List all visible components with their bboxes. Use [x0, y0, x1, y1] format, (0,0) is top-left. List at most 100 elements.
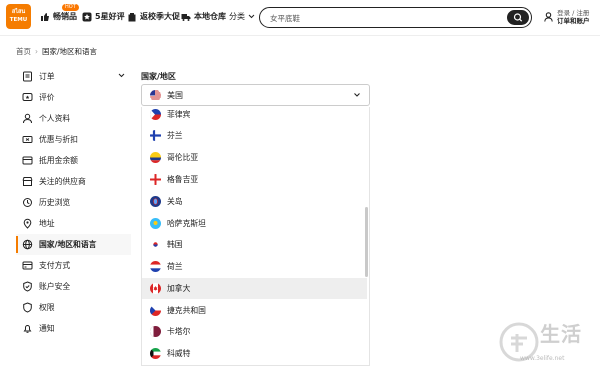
country-option-label: 格鲁吉亚 [167, 175, 199, 184]
top-header: สไสน TEMU 畅销品 HOT 5星好评 返校季大促 本地仓库 分类 女平底… [0, 0, 600, 36]
colombia-flag-icon [150, 152, 161, 163]
philippines-flag-icon [150, 109, 161, 120]
country-option[interactable]: 格鲁吉亚 [142, 169, 367, 190]
country-option[interactable]: 关岛 [142, 191, 367, 212]
country-option-label: 科威特 [167, 349, 191, 358]
country-option-label: 菲律宾 [167, 110, 191, 119]
nav-label: 畅销品 [53, 12, 77, 21]
store-icon [22, 177, 33, 186]
chevron-down-icon [354, 93, 360, 97]
bell-icon [23, 325, 32, 333]
country-option[interactable]: 菲律宾 [142, 107, 367, 125]
permission-icon [23, 302, 32, 313]
chevron-down-icon[interactable] [118, 73, 125, 78]
country-option[interactable]: 韩国 [142, 234, 367, 255]
netherlands-flag-icon [150, 261, 161, 272]
sidebar-item-label: 个人资料 [39, 114, 71, 123]
kuwait-flag-icon [150, 348, 161, 359]
user-icon [544, 12, 553, 22]
nav-categories[interactable]: 分类 [229, 11, 255, 22]
sidebar-item-label: 优惠与折扣 [39, 135, 78, 144]
search-input[interactable]: 女平底鞋 [270, 13, 300, 24]
sidebar-item-permissions[interactable]: 权限 [16, 297, 131, 318]
history-icon [23, 198, 32, 207]
korea-flag-icon [150, 239, 161, 250]
country-option-label: 哥伦比亚 [167, 153, 199, 162]
sidebar-item-credit-balance[interactable]: 抵用金余额 [16, 150, 131, 171]
country-option-label: 卡塔尔 [167, 327, 191, 336]
coupon-icon [22, 136, 33, 143]
country-option-label: 捷克共和国 [167, 306, 206, 315]
globe-icon [22, 239, 33, 250]
sidebar-item-reviews[interactable]: 评价 [16, 87, 131, 108]
shield-icon [23, 281, 32, 292]
account-signin-text: 登录 / 注册 [557, 9, 590, 17]
hot-badge: HOT [62, 4, 79, 11]
sidebar-item-label: 评价 [39, 93, 55, 102]
sidebar-item-label: 关注的供应商 [39, 177, 86, 186]
sidebar-item-label: 抵用金余额 [39, 156, 78, 165]
nav-label: 返校季大促 [140, 12, 180, 21]
breadcrumb-current: 国家/地区和语言 [42, 47, 98, 56]
country-option[interactable]: 芬兰 [142, 125, 367, 146]
search-icon [513, 12, 523, 22]
sidebar-item-label: 国家/地区和语言 [39, 240, 97, 249]
sidebar-item-history[interactable]: 历史浏览 [16, 192, 131, 213]
star-icon [82, 12, 92, 21]
country-dropdown-list[interactable]: 菲律宾 芬兰 哥伦比亚 格鲁吉亚 关岛 哈萨克斯坦 韩国 荷兰 加拿大 捷克共和… [141, 107, 370, 366]
sidebar-item-security[interactable]: 账户安全 [16, 276, 131, 297]
nav-label: 分类 [229, 12, 245, 21]
watermark-text: 生活 [540, 322, 582, 346]
sidebar-item-orders[interactable]: 订单 [16, 66, 131, 87]
thumbs-up-icon [41, 12, 49, 21]
country-option[interactable]: 捷克共和国 [142, 300, 367, 321]
breadcrumb-home[interactable]: 首页 [16, 46, 31, 57]
sidebar-item-label: 订单 [39, 72, 55, 81]
account-sidebar: 订单 评价 个人资料 优惠与折扣 抵用金余额 关注的供应商 历史浏览 地址 国家… [16, 66, 131, 339]
country-option[interactable]: 科威特 [142, 343, 367, 364]
nav-back-to-school[interactable]: 返校季大促 [127, 11, 180, 22]
country-option-label: 芬兰 [167, 131, 183, 140]
sidebar-item-label: 支付方式 [39, 261, 71, 270]
country-option-label: 哈萨克斯坦 [167, 219, 206, 228]
location-icon [23, 218, 32, 229]
qatar-flag-icon [150, 326, 161, 337]
temu-logo[interactable]: สไสน TEMU [6, 4, 31, 29]
sidebar-item-followed-stores[interactable]: 关注的供应商 [16, 171, 131, 192]
sidebar-item-label: 历史浏览 [39, 198, 71, 207]
credit-icon [22, 156, 33, 165]
country-option-highlighted[interactable]: 加拿大 [142, 278, 367, 299]
account-orders-text: 订单和账户 [557, 17, 590, 25]
watermark-url: www.3elife.net [520, 355, 565, 362]
search-button[interactable] [507, 9, 529, 25]
search-bar[interactable]: 女平底鞋 [259, 7, 532, 28]
country-option[interactable]: 哥伦比亚 [142, 147, 367, 168]
nav-five-star[interactable]: 5星好评 [82, 11, 125, 22]
truck-icon [181, 13, 191, 21]
country-option-label: 韩国 [167, 240, 183, 249]
country-option-label: 关岛 [167, 197, 183, 206]
czech-flag-icon [150, 305, 161, 316]
sidebar-item-address[interactable]: 地址 [16, 213, 131, 234]
country-option[interactable]: 哈萨克斯坦 [142, 213, 367, 234]
logo-line-1: สไสน [11, 9, 26, 15]
guam-flag-icon [150, 196, 161, 207]
chevron-down-icon [248, 14, 255, 19]
sidebar-item-country-language[interactable]: 国家/地区和语言 [16, 234, 131, 255]
country-option[interactable]: 卡塔尔 [142, 321, 367, 342]
order-icon [23, 71, 32, 82]
sidebar-item-notifications[interactable]: 通知 [16, 318, 131, 339]
country-option-label: 加拿大 [167, 284, 191, 293]
canada-flag-icon [150, 283, 161, 294]
sidebar-item-payment[interactable]: 支付方式 [16, 255, 131, 276]
nav-best-sellers[interactable]: 畅销品 [40, 11, 77, 22]
nav-local-warehouse[interactable]: 本地仓库 [181, 11, 226, 22]
sidebar-item-profile[interactable]: 个人资料 [16, 108, 131, 129]
dropdown-scrollbar[interactable] [365, 207, 368, 277]
sidebar-item-label: 地址 [39, 219, 55, 228]
country-option[interactable]: 荷兰 [142, 256, 367, 277]
breadcrumb-separator: › [35, 47, 38, 56]
sidebar-item-coupons[interactable]: 优惠与折扣 [16, 129, 131, 150]
country-select[interactable]: 美国 [141, 84, 370, 106]
account-menu[interactable]: 登录 / 注册 订单和账户 [544, 9, 590, 25]
